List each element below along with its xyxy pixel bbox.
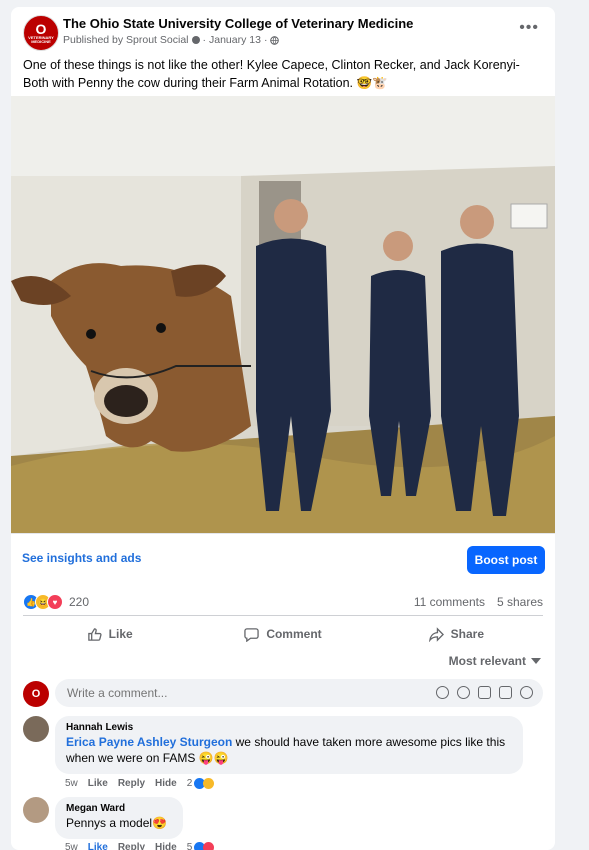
- sort-dropdown[interactable]: Most relevant: [449, 654, 541, 668]
- see-insights-link[interactable]: See insights and ads: [22, 551, 141, 565]
- comment-reaction-count: 5: [186, 842, 193, 850]
- comment-composer: O: [23, 679, 543, 709]
- comment-item: Megan Ward Pennys a model😍 5w Like Reply…: [23, 797, 543, 850]
- composer-avatar[interactable]: O: [23, 681, 49, 707]
- comment-reactions[interactable]: 5: [187, 842, 215, 850]
- tagged-users[interactable]: Erica Payne Ashley Sturgeon: [66, 735, 232, 749]
- share-label: Share: [450, 627, 484, 641]
- love-reaction-icon: ♥: [47, 594, 63, 610]
- post-text: One of these things is not like the othe…: [23, 58, 520, 90]
- comment-hide-button[interactable]: Hide: [155, 842, 177, 850]
- comment-footer: 5w Like Reply Hide 2: [65, 778, 215, 789]
- love-reaction-icon: [203, 842, 215, 850]
- comment-footer: 5w Like Reply Hide 5: [65, 842, 215, 850]
- commenter-name[interactable]: Hannah Lewis: [66, 722, 512, 733]
- commenter-avatar[interactable]: [23, 797, 49, 823]
- more-options-icon[interactable]: •••: [519, 19, 539, 37]
- post-actions: Like Comment Share: [23, 615, 543, 652]
- meta-separator: ·: [202, 34, 207, 46]
- comment-time[interactable]: 5w: [65, 842, 78, 850]
- comment-share-counts: 11 comments 5 shares: [414, 595, 543, 609]
- commenter-name[interactable]: Megan Ward: [66, 803, 172, 814]
- comment-reactions[interactable]: 2: [187, 778, 215, 789]
- comments-count[interactable]: 11 comments: [414, 595, 485, 609]
- comment-like-button[interactable]: Like: [88, 842, 108, 850]
- comment-text: Erica Payne Ashley Sturgeon we should ha…: [66, 734, 512, 766]
- sort-label: Most relevant: [448, 654, 526, 668]
- publisher-label: Published by Sprout Social: [63, 34, 189, 46]
- gif-icon[interactable]: [499, 686, 512, 699]
- comment-time[interactable]: 5w: [65, 778, 78, 789]
- commenter-avatar[interactable]: [23, 716, 49, 742]
- haha-reaction-icon: [203, 778, 215, 789]
- meta-separator: ·: [263, 34, 268, 46]
- like-button[interactable]: Like: [23, 616, 196, 652]
- comment-like-button[interactable]: Like: [88, 778, 108, 789]
- post-photo[interactable]: [11, 96, 555, 533]
- comment-reply-button[interactable]: Reply: [118, 778, 145, 789]
- like-label: Like: [108, 627, 133, 641]
- reaction-icons[interactable]: 👍 😆 ♥: [23, 594, 63, 610]
- thumbs-up-icon: [87, 627, 102, 641]
- photo-illustration: [11, 96, 555, 533]
- avatar-sticker-icon[interactable]: [436, 686, 449, 699]
- share-button[interactable]: Share: [370, 616, 543, 652]
- emoji-icon[interactable]: [457, 686, 470, 699]
- info-icon[interactable]: [191, 36, 200, 44]
- chevron-down-icon: [531, 658, 541, 664]
- post-card: O VETERINARY MEDICINE The Ohio State Uni…: [11, 7, 555, 850]
- comment-item: Hannah Lewis Erica Payne Ashley Sturgeon…: [23, 716, 543, 796]
- comment-reply-button[interactable]: Reply: [118, 842, 145, 850]
- post-date[interactable]: January 13: [209, 34, 261, 46]
- speech-bubble-icon: [244, 627, 260, 642]
- camera-icon[interactable]: [478, 686, 491, 699]
- post-meta: Published by Sprout Social · January 13 …: [63, 34, 280, 46]
- comment-hide-button[interactable]: Hide: [155, 778, 177, 789]
- insights-bar: See insights and ads Boost post: [11, 533, 555, 584]
- avatar-logo-text: VETERINARY MEDICINE: [28, 34, 54, 44]
- comment-label: Comment: [266, 627, 322, 641]
- post-stats: 👍 😆 ♥ 220 11 comments 5 shares: [23, 592, 543, 612]
- comment-reaction-count: 2: [186, 778, 193, 789]
- share-arrow-icon: [428, 626, 444, 642]
- avatar-logo-letter: O: [35, 20, 47, 37]
- boost-post-button[interactable]: Boost post: [467, 546, 545, 574]
- sticker-icon[interactable]: [520, 686, 533, 699]
- page-name[interactable]: The Ohio State University College of Vet…: [63, 16, 413, 31]
- comment-bubble: Hannah Lewis Erica Payne Ashley Sturgeon…: [55, 716, 523, 774]
- page-avatar[interactable]: O VETERINARY MEDICINE: [23, 15, 59, 51]
- composer-tools: [436, 686, 533, 699]
- post-header: O VETERINARY MEDICINE The Ohio State Uni…: [23, 15, 543, 55]
- shares-count[interactable]: 5 shares: [497, 595, 543, 609]
- comment-button[interactable]: Comment: [196, 616, 369, 652]
- comment-bubble: Megan Ward Pennys a model😍: [55, 797, 183, 839]
- comment-message: Pennys a model😍: [66, 816, 167, 830]
- reaction-count[interactable]: 220: [69, 595, 89, 609]
- globe-icon: [270, 35, 280, 45]
